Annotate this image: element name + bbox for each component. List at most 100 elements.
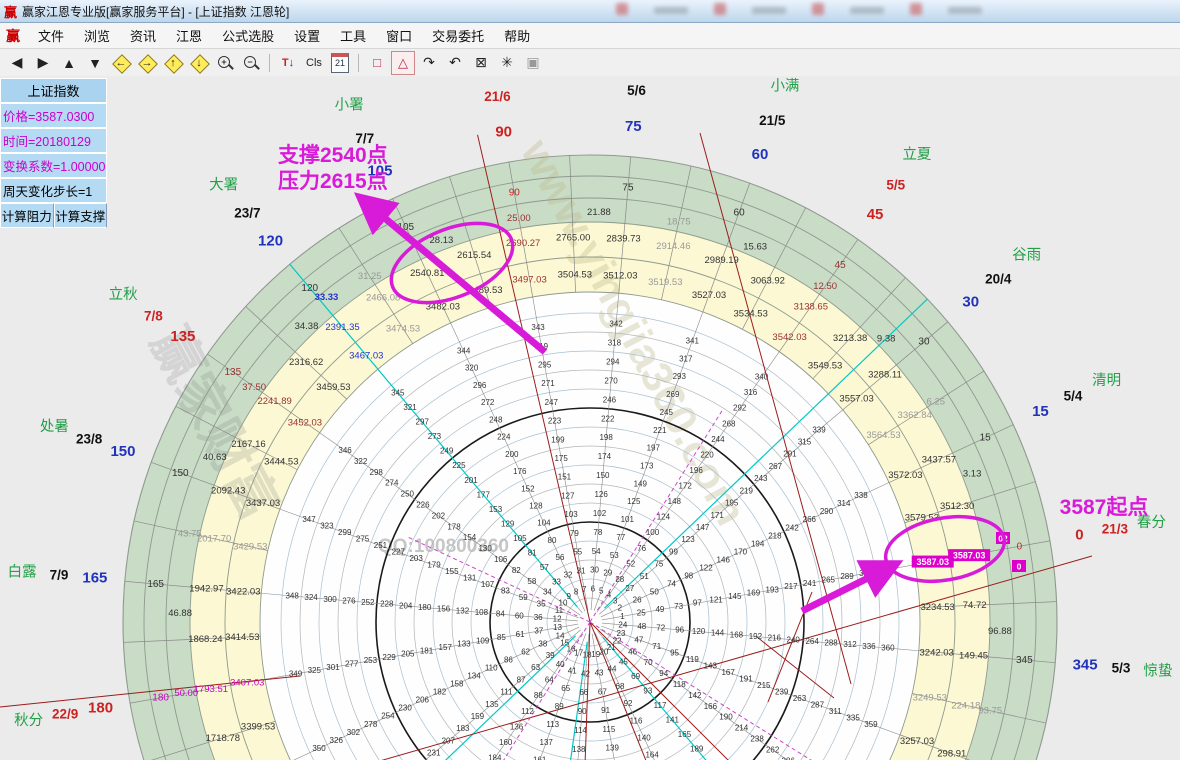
price-ring-inner-label: 3444.53: [264, 456, 298, 467]
nav-right-icon[interactable]: ▶: [31, 51, 55, 75]
pan-right-icon[interactable]: →: [135, 51, 159, 75]
spiral-number: 270: [604, 376, 618, 385]
spiral-number: 197: [647, 444, 661, 453]
spiral-number: 348: [285, 591, 299, 600]
resistance-annotation: 压力2615点: [278, 169, 388, 193]
menu-item-公式选股[interactable]: 公式选股: [212, 26, 284, 47]
menu-bar: 赢 文件浏览资讯江恩公式选股设置工具窗口交易委托帮助: [0, 23, 1180, 49]
gann-wheel[interactable]: 赢家财富www.yingjia360.comQQ:100800360015304…: [0, 76, 1180, 760]
ring-degree-label: 90: [509, 188, 521, 199]
spiral-number: 316: [744, 388, 758, 397]
spiral-number: 154: [463, 533, 477, 542]
nav-down-icon[interactable]: ▼: [83, 51, 107, 75]
spiral-number: 126: [594, 490, 608, 499]
price-ring-outer-label: 2914.46: [656, 241, 690, 252]
spiral-number: 344: [457, 347, 471, 356]
spiral-number: 295: [538, 360, 552, 369]
price-ring-outer-label: 2167.16: [231, 439, 265, 450]
price-ring-inner-label: 3242.03: [920, 647, 954, 658]
ring-percent-label: 6.25: [927, 397, 946, 408]
start-price-chip-partial: 0: [1012, 560, 1026, 572]
spiral-number: 226: [416, 500, 430, 509]
menu-item-窗口[interactable]: 窗口: [376, 26, 422, 47]
titlebar-blurred-icons: [616, 3, 1176, 19]
spiral-number: 4: [607, 590, 612, 599]
collapse-icon[interactable]: ✳: [495, 51, 519, 75]
spiral-number: 66: [579, 688, 588, 697]
price-ring-inner-label: 3459.53: [316, 382, 350, 393]
ring-percent-label: 34.38: [295, 321, 319, 332]
spiral-number: 175: [554, 454, 568, 463]
gann-wheel-chart-area[interactable]: 赢家财富www.yingjia360.comQQ:100800360015304…: [0, 76, 1180, 760]
outer-date-label: 5/6: [627, 83, 646, 98]
ring-degree-label: 15: [980, 433, 992, 444]
spiral-number: 138: [572, 745, 586, 754]
menu-item-交易委托[interactable]: 交易委托: [422, 26, 494, 47]
spiral-number: 116: [630, 716, 643, 725]
spiral-number: 146: [717, 555, 731, 564]
window-title: 赢家江恩专业版[赢家服务平台] - [上证指数 江恩轮]: [22, 3, 289, 20]
price-ring-outer-label: 2765.00: [556, 232, 590, 243]
solar-term-label-立秋: 立秋: [109, 286, 138, 303]
spiral-number: 60: [515, 611, 524, 620]
spiral-number: 273: [428, 432, 442, 441]
menu-item-帮助[interactable]: 帮助: [494, 26, 540, 47]
spiral-number: 135: [485, 700, 499, 709]
price-ring-outer-label: 2615.54: [457, 250, 491, 261]
ring-degree-label: 135: [225, 367, 242, 378]
menu-item-浏览[interactable]: 浏览: [74, 26, 120, 47]
text-annotate-icon[interactable]: T↓: [276, 51, 300, 75]
spiral-number: 96: [675, 625, 684, 634]
menu-item-资讯[interactable]: 资讯: [120, 26, 166, 47]
nav-up-icon[interactable]: ▲: [57, 51, 81, 75]
calc-support-button[interactable]: 计算支撑: [54, 203, 108, 228]
board-icon[interactable]: ▣: [521, 51, 545, 75]
spiral-number: 49: [655, 605, 664, 614]
spiral-number: 262: [766, 745, 780, 754]
spiral-number: 250: [401, 490, 415, 499]
price-ring-inner-label: 3564.53: [866, 430, 900, 441]
menu-item-工具[interactable]: 工具: [330, 26, 376, 47]
spiral-number: 263: [793, 694, 807, 703]
zoom-in-icon[interactable]: +: [213, 51, 237, 75]
spiral-number: 287: [811, 700, 825, 709]
spiral-number: 238: [750, 735, 764, 744]
spiral-number: 41: [568, 666, 577, 675]
toolbar-separator: [269, 54, 270, 72]
spiral-number: 350: [312, 744, 326, 753]
calendar-icon[interactable]: 21: [328, 51, 352, 75]
pan-down-icon[interactable]: ↓: [187, 51, 211, 75]
menu-item-设置[interactable]: 设置: [284, 26, 330, 47]
pan-left-icon[interactable]: ←: [109, 51, 133, 75]
spiral-number: 90: [578, 707, 587, 716]
rotate-cw-icon[interactable]: ↷: [417, 51, 441, 75]
spiral-number: 359: [864, 720, 878, 729]
calc-resistance-button[interactable]: 计算阻力: [0, 203, 54, 228]
outer-degree-label: 0: [1075, 527, 1083, 544]
spiral-number: 118: [673, 680, 686, 689]
price-ring-inner-label: 3467.03: [349, 350, 383, 361]
start-price-chip-partial-text: 0: [1017, 562, 1022, 572]
zoom-out-icon[interactable]: −: [239, 51, 263, 75]
price-ring-inner-label: 3399.53: [241, 722, 275, 733]
spiral-number: 311: [829, 707, 842, 716]
box-x-icon[interactable]: ⊠: [469, 51, 493, 75]
triangle-tool-icon[interactable]: △: [391, 51, 415, 75]
spiral-number: 62: [521, 648, 530, 657]
spiral-number: 181: [420, 646, 434, 655]
spiral-number: 88: [534, 691, 543, 700]
spiral-number: 105: [513, 534, 527, 543]
nav-left-icon[interactable]: ◀: [5, 51, 29, 75]
spiral-number: 178: [447, 522, 461, 531]
rotate-ccw-icon[interactable]: ↶: [443, 51, 467, 75]
spiral-number: 144: [711, 629, 725, 638]
spiral-number: 65: [561, 684, 570, 693]
pan-up-icon[interactable]: ↑: [161, 51, 185, 75]
menu-item-江恩[interactable]: 江恩: [166, 26, 212, 47]
spiral-number: 191: [739, 674, 753, 683]
spiral-number: 127: [561, 491, 575, 500]
spiral-number: 240: [787, 635, 801, 644]
square-tool-icon[interactable]: □: [365, 51, 389, 75]
cls-button[interactable]: Cls: [302, 51, 326, 75]
menu-item-文件[interactable]: 文件: [28, 26, 74, 47]
